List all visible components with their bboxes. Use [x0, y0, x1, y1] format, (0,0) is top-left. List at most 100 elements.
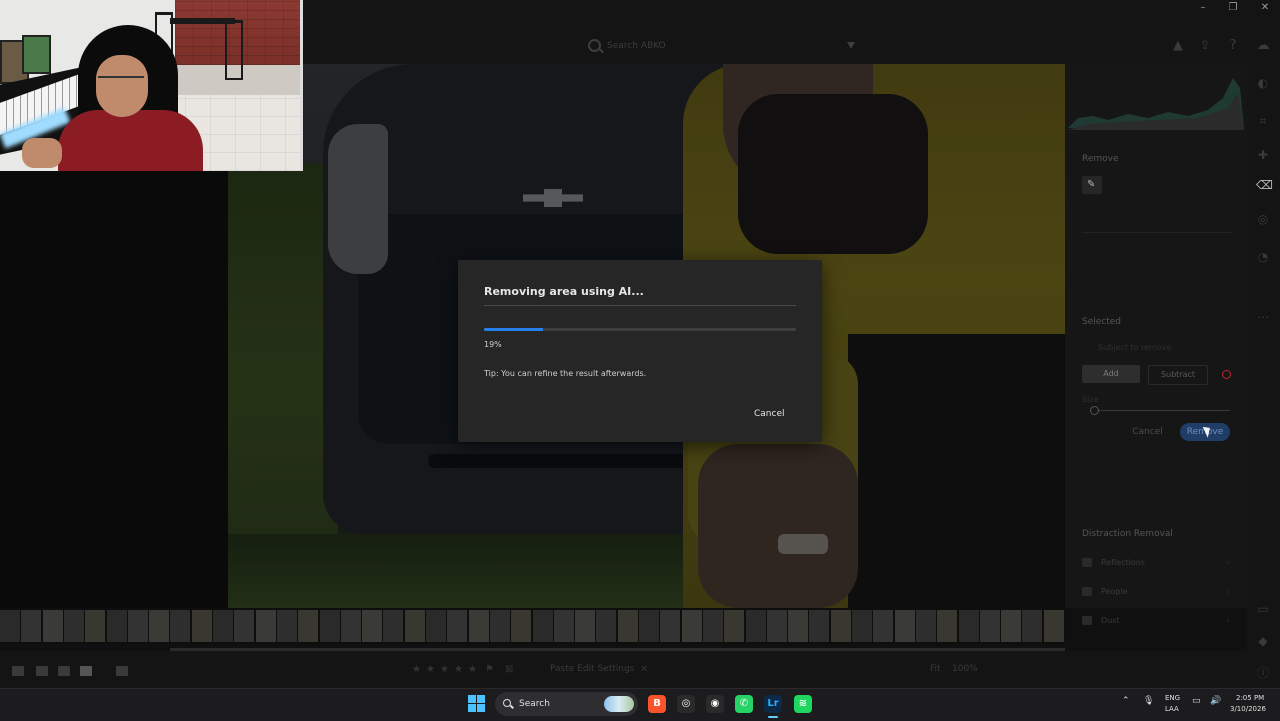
language-indicator[interactable]: ENG	[1165, 694, 1180, 702]
filmstrip-thumbnail[interactable]	[213, 610, 233, 642]
presets-tool-icon[interactable]: ◔	[1256, 250, 1270, 264]
rating-star-2[interactable]: ★	[426, 664, 435, 675]
detail-view-icon[interactable]	[80, 666, 92, 676]
subject-option[interactable]: Subject to remove	[1098, 343, 1171, 352]
microphone-icon[interactable]: 🎙	[1143, 696, 1154, 706]
reject-icon[interactable]: ⊠	[505, 664, 513, 675]
filmstrip-thumbnail[interactable]	[724, 610, 745, 642]
help-icon[interactable]: ?	[1225, 38, 1241, 54]
filmstrip-thumbnail[interactable]	[255, 610, 276, 642]
filmstrip-thumbnail[interactable]	[681, 610, 702, 642]
compare-view-icon[interactable]	[58, 666, 70, 676]
filmstrip-thumbnail[interactable]	[191, 610, 212, 642]
filmstrip-thumbnail[interactable]	[702, 610, 723, 642]
masking-tool-icon[interactable]: ◎	[1256, 212, 1270, 226]
paste-edit-settings[interactable]: Paste Edit Settings	[550, 664, 634, 674]
filmstrip-thumbnail[interactable]	[639, 610, 659, 642]
filmstrip-thumbnail[interactable]	[915, 610, 936, 642]
filmstrip-thumbnail[interactable]	[362, 610, 383, 642]
filmstrip-thumbnail[interactable]	[489, 610, 510, 642]
remove-tool-icon[interactable]: ⌫	[1256, 178, 1273, 192]
search-input[interactable]: Search ABKO	[585, 38, 855, 54]
size-slider-handle[interactable]	[1090, 406, 1099, 415]
filmstrip-thumbnail[interactable]	[873, 610, 894, 642]
panel-cancel-button[interactable]: Cancel	[1125, 423, 1170, 441]
filmstrip-thumbnail[interactable]	[979, 610, 1000, 642]
filmstrip-thumbnail[interactable]	[63, 610, 84, 642]
sort-icon[interactable]	[116, 666, 128, 676]
spotify-icon[interactable]: ≋	[794, 695, 812, 713]
filmstrip-thumbnail[interactable]	[106, 610, 127, 642]
filmstrip-thumbnail[interactable]	[937, 610, 958, 642]
filmstrip-thumbnail[interactable]	[788, 610, 809, 642]
filmstrip-thumbnail[interactable]	[21, 610, 42, 642]
crop-tool-icon[interactable]: ⌗	[1256, 114, 1270, 128]
rating-star-1[interactable]: ★	[412, 664, 421, 675]
rating-star-4[interactable]: ★	[454, 664, 463, 675]
comments-icon[interactable]: ▭	[1256, 602, 1270, 616]
filmstrip-thumbnail[interactable]	[340, 610, 361, 642]
display-icon[interactable]: ▭	[1192, 696, 1201, 706]
filmstrip-thumbnail[interactable]	[1022, 610, 1043, 642]
filmstrip-thumbnail[interactable]	[1043, 610, 1064, 642]
filmstrip-thumbnail[interactable]	[234, 610, 255, 642]
eraser-tool-button[interactable]: ✎	[1082, 176, 1102, 194]
info-icon[interactable]: ⓘ	[1256, 666, 1270, 680]
keyboard-layout-indicator[interactable]: LAA	[1165, 705, 1179, 713]
square-grid-icon[interactable]	[36, 666, 48, 676]
filmstrip-thumbnail[interactable]	[298, 610, 319, 642]
add-brush-button[interactable]: Add	[1082, 365, 1140, 383]
close-paste-icon[interactable]: ✕	[640, 664, 648, 675]
distraction-item-people[interactable]: People ›	[1082, 585, 1232, 599]
filmstrip-thumbnail[interactable]	[383, 610, 404, 642]
share-icon[interactable]: ⇪	[1197, 38, 1213, 54]
filmstrip-thumbnail[interactable]	[447, 610, 468, 642]
filmstrip-thumbnail[interactable]	[830, 610, 851, 642]
minimize-button[interactable]: –	[1188, 0, 1218, 16]
filmstrip-thumbnail[interactable]	[553, 610, 574, 642]
filmstrip-thumbnail[interactable]	[127, 610, 148, 642]
zoom-level[interactable]: 100%	[952, 664, 978, 674]
rating-star-5[interactable]: ★	[468, 664, 477, 675]
filmstrip-thumbnail[interactable]	[404, 610, 425, 642]
brave-icon[interactable]: B	[648, 695, 666, 713]
tag-icon[interactable]: ◆	[1256, 634, 1270, 648]
size-slider-track[interactable]	[1090, 410, 1230, 411]
filmstrip-thumbnail[interactable]	[85, 610, 106, 642]
filter-icon[interactable]	[847, 42, 855, 49]
filmstrip-thumbnail[interactable]	[809, 610, 830, 642]
distraction-item-dust[interactable]: Dust ›	[1082, 614, 1232, 628]
maximize-button[interactable]: ❐	[1218, 0, 1248, 16]
tray-chevron-icon[interactable]: ⌃	[1122, 696, 1130, 706]
filmstrip-thumbnail[interactable]	[852, 610, 872, 642]
filmstrip[interactable]	[0, 608, 1065, 644]
filmstrip-thumbnail[interactable]	[42, 610, 63, 642]
filmstrip-thumbnail[interactable]	[319, 610, 340, 642]
dialog-cancel-button[interactable]: Cancel	[754, 409, 785, 419]
filmstrip-thumbnail[interactable]	[575, 610, 596, 642]
whatsapp-icon[interactable]: ✆	[735, 695, 753, 713]
edit-tool-icon[interactable]: ◐	[1256, 76, 1270, 90]
filmstrip-thumbnail[interactable]	[0, 610, 20, 642]
flag-icon[interactable]: ⚑	[485, 664, 494, 675]
filmstrip-thumbnail[interactable]	[511, 610, 532, 642]
filmstrip-thumbnail[interactable]	[426, 610, 446, 642]
filmstrip-thumbnail[interactable]	[745, 610, 766, 642]
more-options-icon[interactable]: ⋯	[1256, 310, 1270, 324]
filmstrip-thumbnail[interactable]	[660, 610, 681, 642]
filmstrip-thumbnail[interactable]	[766, 610, 787, 642]
grid-view-icon[interactable]	[12, 666, 24, 676]
zoom-fit[interactable]: Fit	[930, 664, 941, 674]
cloud-sync-icon[interactable]: ☁	[1255, 38, 1271, 54]
brush-color-icon[interactable]	[1222, 370, 1231, 379]
filmstrip-thumbnail[interactable]	[617, 610, 638, 642]
filmstrip-thumbnail[interactable]	[149, 610, 170, 642]
healing-tool-icon[interactable]: ✚	[1256, 148, 1270, 162]
filmstrip-thumbnail[interactable]	[596, 610, 617, 642]
filmstrip-thumbnail[interactable]	[170, 610, 191, 642]
filmstrip-thumbnail[interactable]	[894, 610, 915, 642]
cloud-status-icon[interactable]: ▲	[1170, 38, 1186, 54]
lightroom-icon[interactable]: Lr	[764, 695, 782, 713]
clock-time[interactable]: 2:05 PM	[1236, 694, 1264, 702]
clock-date[interactable]: 3/10/2026	[1230, 705, 1266, 713]
